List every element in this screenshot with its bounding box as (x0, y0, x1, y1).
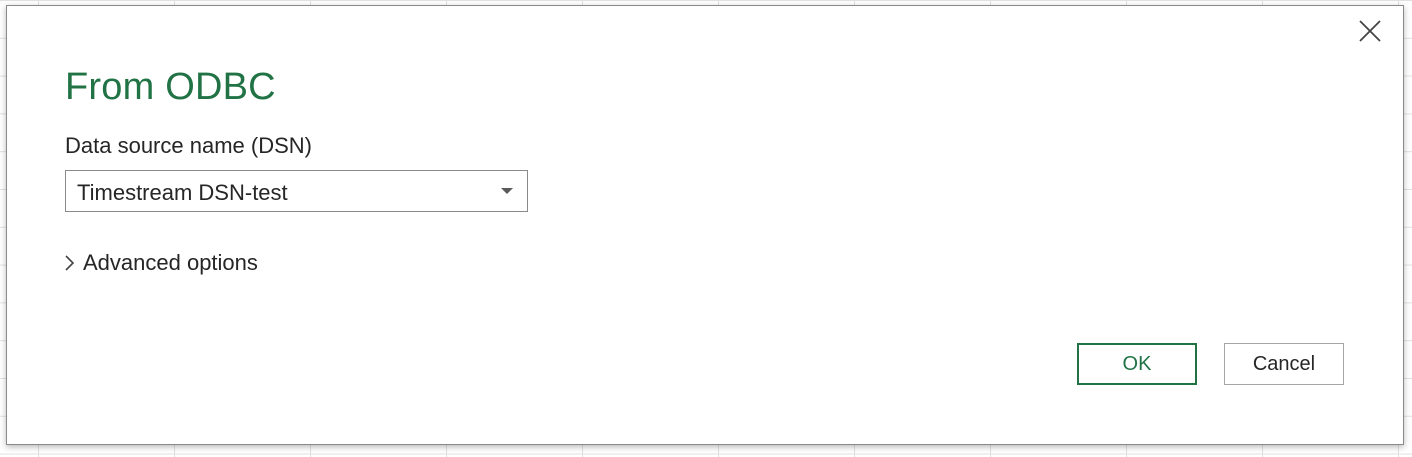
chevron-right-icon (65, 255, 75, 271)
advanced-options-label: Advanced options (83, 250, 258, 275)
cancel-button[interactable]: Cancel (1224, 343, 1344, 385)
from-odbc-dialog: From ODBC Data source name (DSN) Timestr… (6, 5, 1404, 445)
dsn-select[interactable]: Timestream DSN-test (65, 170, 528, 212)
dialog-title: From ODBC (65, 66, 276, 108)
dsn-label: Data source name (DSN) (65, 133, 312, 158)
ok-button[interactable]: OK (1077, 343, 1197, 385)
close-icon (1359, 20, 1381, 42)
chevron-down-icon (501, 188, 513, 194)
close-button[interactable] (1357, 18, 1383, 44)
dsn-selected-value: Timestream DSN-test (77, 180, 288, 205)
advanced-options-toggle[interactable]: Advanced options (63, 250, 258, 276)
